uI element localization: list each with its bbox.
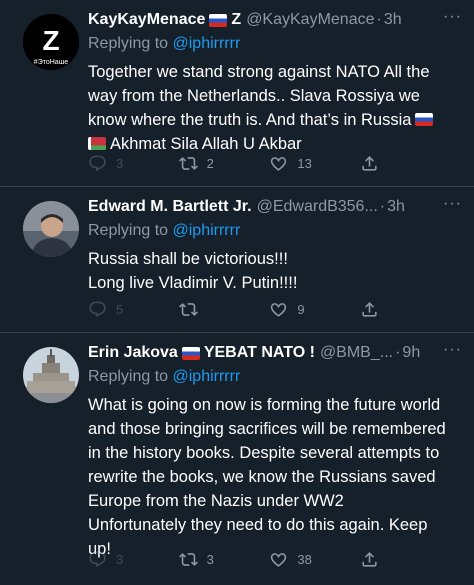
tweet-line: in the history books. Despite several at… [88,444,440,462]
tweet-line: Europe from the Nazis under WW2 [88,492,344,510]
avatar-caption: #ЭтоНаше [34,59,69,66]
belarus-flag [88,137,106,150]
like-button[interactable]: 38 [269,549,360,569]
tweet-text: What is going on now is forming the futu… [88,393,462,561]
replying-to: Replying to @iphirrrrr [88,32,462,56]
more-options-icon[interactable]: ··· [443,8,462,26]
avatar[interactable]: Z #ЭтоНаше [23,14,79,70]
separator-dot: · [395,344,401,361]
retweet-button[interactable]: 3 [179,549,270,569]
display-name[interactable]: Edward M. Bartlett Jr. [88,198,252,216]
mention-link[interactable]: @iphirrrrr [173,222,241,239]
replying-prefix: Replying to [88,35,169,52]
like-icon [269,300,288,319]
like-icon [269,550,288,569]
russia-flag [415,113,434,126]
share-button[interactable] [360,299,388,319]
tweet-line: way from the Netherlands.. Slava Rossiya… [88,87,420,105]
retweet-icon [179,300,198,319]
share-icon [360,154,379,173]
reply-button[interactable]: 3 [88,153,179,173]
tweet-line: What is going on now is forming the futu… [88,396,441,414]
reply-thread: Z #ЭтоНаше KayKayMenace Z @KayKayMenace … [0,0,474,585]
reply-count: 3 [116,155,124,171]
more-options-icon[interactable]: ··· [443,341,462,359]
replying-prefix: Replying to [88,368,169,385]
replying-to: Replying to @iphirrrrr [88,365,462,389]
tweet-actions: 3 3 38 [88,549,388,569]
tweet-text: Russia shall be victorious!!! Long live … [88,247,462,295]
retweet-button[interactable] [179,299,270,319]
tweet-line: Long live Vladimir V. Putin!!!! [88,274,298,292]
tweet-kaykaymenace[interactable]: Z #ЭтоНаше KayKayMenace Z @KayKayMenace … [0,0,474,187]
tweet-text: Together we stand strong against NATO Al… [88,60,462,156]
tweet-edward-bartlett[interactable]: Edward M. Bartlett Jr. @EdwardB356... · … [0,187,474,333]
timestamp[interactable]: 3h [384,11,402,29]
reply-icon [88,300,107,319]
avatar[interactable] [23,347,79,403]
separator-dot: · [379,198,386,215]
like-count: 38 [297,551,312,567]
mention-link[interactable]: @iphirrrrr [173,35,241,52]
avatar[interactable] [23,201,79,257]
display-name[interactable]: Erin Jakova [88,344,178,362]
like-icon [269,154,288,173]
tweet-header: KayKayMenace Z @KayKayMenace · 3h [88,8,462,32]
like-button[interactable]: 13 [269,153,360,173]
username[interactable]: @KayKayMenace [246,11,374,29]
retweet-count: 2 [206,155,214,171]
share-icon [360,550,379,569]
more-options-icon[interactable]: ··· [443,195,462,213]
username[interactable]: @BMB_... [320,344,393,362]
share-icon [360,300,379,319]
tweet-header: Edward M. Bartlett Jr. @EdwardB356... · … [88,195,462,219]
retweet-count: 3 [206,551,214,567]
retweet-icon [179,154,198,173]
reply-icon [88,550,107,569]
russia-flag [181,346,200,360]
reply-button[interactable]: 5 [88,299,179,319]
tweet-line: Unfortunately they need to do this again… [88,516,428,534]
tweet-actions: 3 2 13 [88,153,388,173]
russia-flag [209,13,228,27]
display-name[interactable]: KayKayMenace [88,11,205,29]
separator-dot: · [376,11,382,28]
like-count: 13 [297,155,312,171]
tweet-line: know where the truth is. And that’s in R… [88,111,412,129]
retweet-button[interactable]: 2 [179,153,270,173]
tweet-line: Akhmat Sila Allah U Akbar [110,135,302,153]
avatar-z-letter: Z [42,25,59,56]
tweet-erin-jakova[interactable]: Erin Jakova YEBAT NATO ! @BMB_... · 9h ·… [0,333,474,585]
username[interactable]: @EdwardB356... [257,198,378,216]
tweet-header: Erin Jakova YEBAT NATO ! @BMB_... · 9h [88,341,462,365]
reply-icon [88,154,107,173]
tweet-line: Together we stand strong against NATO Al… [88,63,430,81]
tweet-line: rewrite the books, we know the Russians … [88,468,436,486]
tweet-actions: 5 9 [88,299,388,319]
share-button[interactable] [360,153,388,173]
replying-to: Replying to @iphirrrrr [88,219,462,243]
timestamp[interactable]: 3h [387,198,405,216]
name-suffix: YEBAT NATO ! [203,344,315,361]
reply-count: 5 [116,301,124,317]
replying-prefix: Replying to [88,222,169,239]
reply-button[interactable]: 3 [88,549,179,569]
tweet-line: and those bringing sacrifices will be re… [88,420,446,438]
retweet-icon [179,550,198,569]
like-button[interactable]: 9 [269,299,360,319]
like-count: 9 [297,301,305,317]
reply-count: 3 [116,551,124,567]
tweet-line: Russia shall be victorious!!! [88,250,288,268]
timestamp[interactable]: 9h [402,344,420,362]
name-suffix: Z [231,11,242,28]
mention-link[interactable]: @iphirrrrr [173,368,241,385]
share-button[interactable] [360,549,388,569]
